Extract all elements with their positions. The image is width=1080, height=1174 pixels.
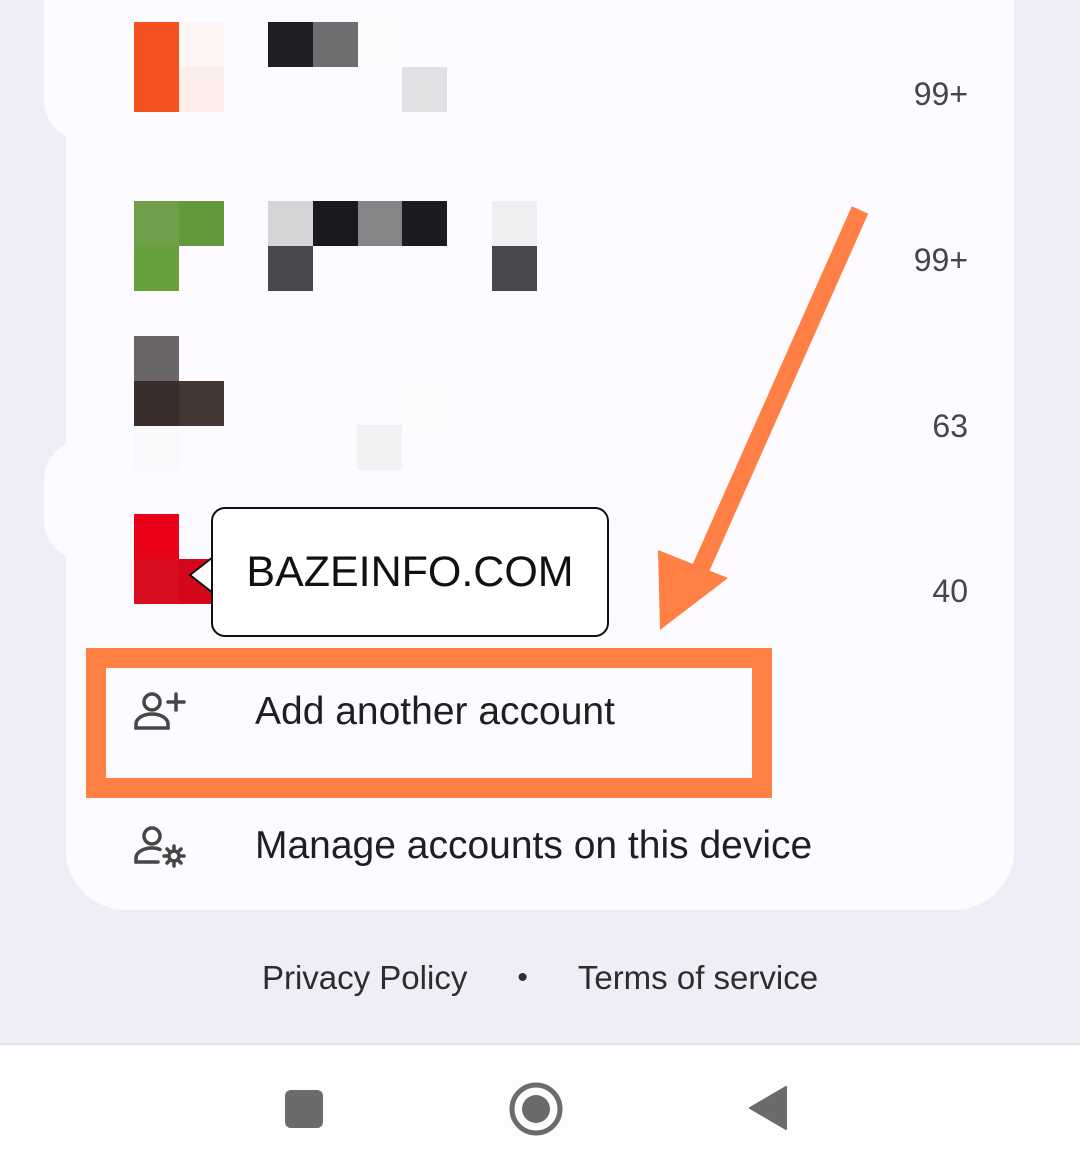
account-name-redacted — [268, 201, 538, 291]
annotation-arrow-icon — [658, 206, 869, 630]
terms-of-service-link[interactable]: Terms of service — [578, 959, 818, 997]
recents-button[interactable] — [284, 1089, 324, 1134]
watermark-text: BAZEINFO.COM — [211, 507, 609, 637]
privacy-policy-link[interactable]: Privacy Policy — [262, 959, 467, 997]
annotation-highlight-box — [86, 648, 772, 798]
square-icon — [285, 1090, 323, 1128]
system-navigation-bar — [0, 1043, 1080, 1174]
home-button[interactable] — [508, 1081, 564, 1142]
triangle-back-icon — [749, 1086, 787, 1130]
unread-count: 99+ — [913, 76, 968, 112]
account-name-redacted — [268, 22, 448, 112]
unread-count: 99+ — [913, 242, 968, 278]
manage-accounts-label: Manage accounts on this device — [255, 824, 813, 867]
manage-accounts-button[interactable]: Manage accounts on this device — [130, 806, 812, 886]
back-button[interactable] — [748, 1085, 788, 1136]
account-name-redacted — [357, 380, 447, 470]
avatar — [134, 201, 224, 291]
footer-links: Privacy Policy • Terms of service — [0, 950, 1080, 1006]
avatar — [134, 22, 224, 112]
unread-count: 40 — [932, 573, 968, 609]
footer-separator: • — [517, 961, 528, 994]
unread-count: 63 — [932, 408, 968, 444]
avatar — [134, 336, 224, 471]
manage-accounts-icon — [130, 816, 190, 876]
circle-home-icon — [509, 1082, 563, 1136]
